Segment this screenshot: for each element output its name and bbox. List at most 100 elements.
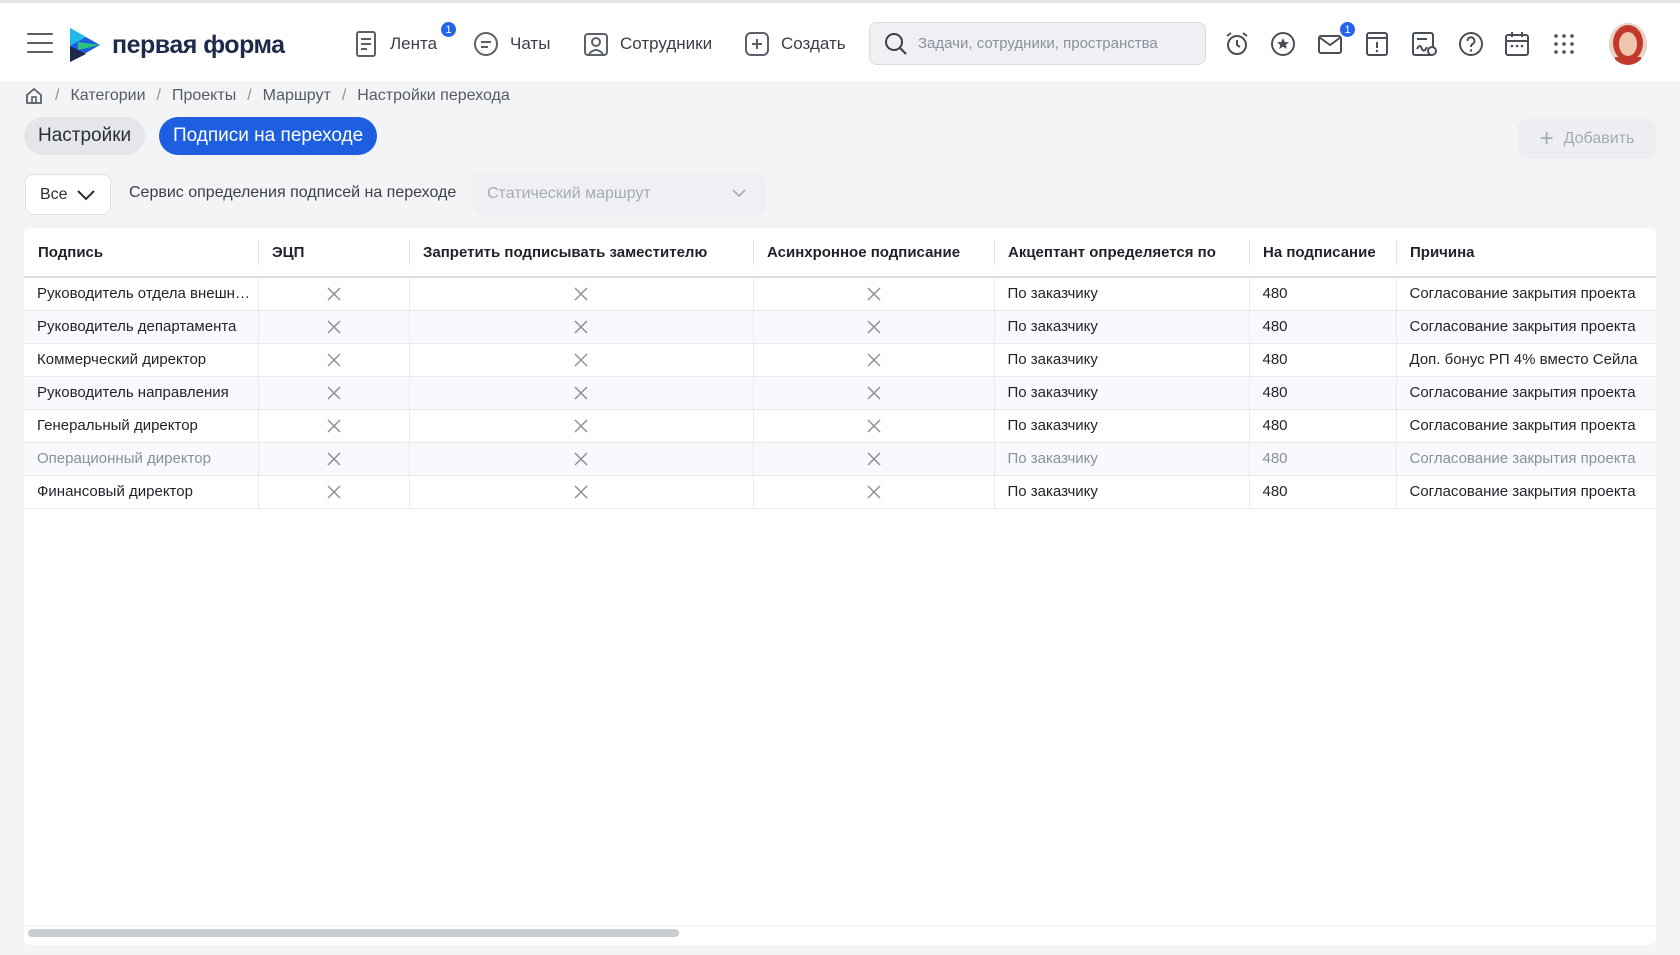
logo[interactable]: первая форма <box>68 25 285 65</box>
cross-icon <box>866 384 882 401</box>
cell-eds <box>257 376 409 410</box>
cell-reason: Согласование закрытия проекта <box>1395 475 1656 509</box>
cell-async <box>752 376 994 410</box>
cross-icon <box>573 417 589 434</box>
nav-chats-label: Чаты <box>510 34 551 53</box>
menu-burger-icon[interactable] <box>27 33 53 53</box>
cell-signer: Руководитель отдела внешних коммуникаций <box>24 277 258 311</box>
table-header-row: Подпись ЭЦП Запретить подписывать замест… <box>24 228 1656 278</box>
alarm-clock-icon[interactable] <box>1222 29 1252 59</box>
chevron-down-icon <box>76 189 95 200</box>
cell-signer: Генеральный директор <box>24 409 258 443</box>
breadcrumb-categories[interactable]: Категории <box>70 87 145 105</box>
scrollbar-thumb[interactable] <box>28 929 679 937</box>
nav-employees[interactable]: Сотрудники <box>582 29 712 59</box>
cell-reason: Доп. бонус РП 4% вместо Сейла <box>1395 343 1656 377</box>
cell-reason: Согласование закрытия проекта <box>1395 277 1656 311</box>
calendar-icon[interactable] <box>1502 29 1532 59</box>
cell-signer: Финансовый директор <box>24 475 258 509</box>
cross-icon <box>573 483 589 500</box>
nav-chats[interactable]: Чаты <box>472 29 550 59</box>
plus-square-icon <box>745 32 769 56</box>
cell-eds <box>257 310 409 344</box>
home-icon[interactable] <box>24 86 44 106</box>
star-chat-icon[interactable] <box>1268 29 1298 59</box>
cross-icon <box>573 450 589 467</box>
breadcrumb-current: Настройки перехода <box>357 87 510 104</box>
cross-icon <box>326 450 342 467</box>
table-row[interactable]: Финансовый директор По заказчику 480 Соглас… <box>24 475 1656 509</box>
cell-acceptor: По заказчику <box>993 376 1249 410</box>
cell-eds <box>257 475 409 509</box>
table-row[interactable]: Генеральный директор По заказчику 480 Согла… <box>24 409 1656 443</box>
column-header-reason[interactable]: Причина <box>1396 228 1656 278</box>
cell-eds <box>257 343 409 377</box>
column-header-signer[interactable]: Подпись <box>24 228 258 278</box>
breadcrumb-projects[interactable]: Проекты <box>172 87 236 105</box>
breadcrumb-separator: / <box>341 87 347 104</box>
cell-forbid-deputy <box>408 343 753 377</box>
feed-icon <box>356 31 376 57</box>
logo-text: первая форма <box>112 30 285 59</box>
nav-employees-label: Сотрудники <box>620 34 713 53</box>
column-header-acceptor[interactable]: Акцептант определяется по <box>994 228 1249 278</box>
logo-mark-icon <box>70 28 100 62</box>
tab-settings[interactable]: Настройки <box>24 117 146 155</box>
cell-eds <box>257 442 409 476</box>
cross-icon <box>866 417 882 434</box>
cross-icon <box>326 285 342 302</box>
cell-async <box>752 310 994 344</box>
cell-acceptor: По заказчику <box>993 310 1249 344</box>
horizontal-scrollbar[interactable] <box>24 925 1656 939</box>
cell-reason: Согласование закрытия проекта <box>1395 409 1656 443</box>
search-input[interactable] <box>918 35 1198 52</box>
signatures-table-panel: Подпись ЭЦП Запретить подписывать замест… <box>24 228 1656 945</box>
employees-icon <box>584 33 608 56</box>
table-row[interactable]: Операционный директор По заказчику 480 Согл… <box>24 442 1656 476</box>
avatar[interactable] <box>1609 23 1647 65</box>
breadcrumb: / Категории / Проекты / Маршрут / Настро… <box>24 84 510 108</box>
column-header-eds[interactable]: ЭЦП <box>258 228 409 278</box>
column-header-async[interactable]: Асинхронное подписание <box>753 228 994 278</box>
service-select[interactable]: Статический маршрут <box>473 173 766 215</box>
table-row[interactable]: Руководитель направления По заказчику 480 С… <box>24 376 1656 410</box>
table-row[interactable]: Руководитель отдела внешних коммуникаций… <box>24 277 1656 311</box>
nav-feed-label: Лента <box>390 34 438 53</box>
column-header-forbid-deputy[interactable]: Запретить подписывать заместителю <box>409 228 753 278</box>
breadcrumb-separator: / <box>156 87 161 104</box>
nav-create-label: Создать <box>781 34 846 53</box>
cross-icon <box>326 384 342 401</box>
task-alert-icon[interactable] <box>1362 29 1392 59</box>
cell-forbid-deputy <box>408 409 753 443</box>
cell-acceptor: По заказчику <box>993 475 1249 509</box>
service-label: Сервис определения подписей на переходе <box>129 184 457 201</box>
breadcrumb-route[interactable]: Маршрут <box>263 87 331 105</box>
cross-icon <box>866 285 882 302</box>
cross-icon <box>573 285 589 302</box>
cross-icon <box>326 483 342 500</box>
search-box[interactable] <box>869 22 1206 65</box>
cross-icon <box>326 318 342 335</box>
apps-grid-icon[interactable] <box>1549 29 1579 59</box>
table-row[interactable]: Руководитель департамента По заказчику 480… <box>24 310 1656 344</box>
column-header-time[interactable]: На подписание <box>1249 228 1396 278</box>
search-icon <box>885 32 907 55</box>
help-icon[interactable] <box>1456 29 1486 59</box>
cell-async <box>752 409 994 443</box>
cell-async <box>752 475 994 509</box>
nav-create[interactable]: Создать <box>743 29 846 59</box>
tab-signatures[interactable]: Подписи на переходе <box>159 117 378 155</box>
cell-reason: Согласование закрытия проекта <box>1395 442 1656 476</box>
table-row[interactable]: Коммерческий директор По заказчику 480 Доп.… <box>24 343 1656 377</box>
cell-forbid-deputy <box>408 442 753 476</box>
cross-icon <box>573 351 589 368</box>
add-button[interactable]: + Добавить <box>1518 119 1656 159</box>
filter-all-dropdown[interactable]: Все <box>25 174 111 215</box>
breadcrumb-separator: / <box>55 87 60 104</box>
cell-async <box>752 442 994 476</box>
plus-icon: + <box>1539 125 1554 152</box>
nav-feed[interactable]: Лента <box>354 29 437 59</box>
cross-icon <box>866 318 882 335</box>
sign-document-icon[interactable] <box>1409 29 1439 59</box>
cell-time: 480 <box>1248 475 1396 509</box>
